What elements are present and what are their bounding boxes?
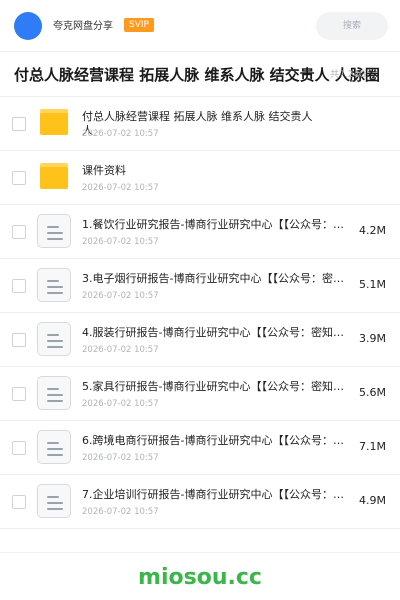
file-row[interactable]: 5.家具行研报告-博商行业研究中心【【公众号：密知库】】.pdf 2026-07-… — [0, 367, 400, 421]
app-header: 夸克网盘分享 SVIP 搜索 — [0, 0, 400, 52]
document-icon — [37, 484, 71, 518]
file-date: 2026-07-02 10:57 — [82, 453, 159, 463]
document-icon — [37, 430, 71, 464]
document-icon — [37, 214, 71, 248]
file-size: 3.9M — [359, 332, 386, 345]
file-date: 2026-07-02 10:57 — [82, 507, 159, 517]
select-checkbox[interactable] — [12, 279, 26, 293]
total-size: 共7.24G — [330, 70, 367, 80]
file-row[interactable]: 4.服装行研报告-博商行业研究中心【【公众号：密知库】】.pdf 2026-07-… — [0, 313, 400, 367]
file-name: 6.跨境电商行研报告-博商行业研究中心【【公众号：密知库】】.pdf — [82, 434, 352, 447]
file-size: 4.2M — [359, 224, 386, 237]
file-size: 5.1M — [359, 278, 386, 291]
file-row[interactable]: 课件资料 2026-07-02 10:57 — [0, 151, 400, 205]
file-name: 4.服装行研报告-博商行业研究中心【【公众号：密知库】】.pdf — [82, 326, 352, 339]
svip-badge: SVIP — [124, 18, 154, 32]
select-checkbox[interactable] — [12, 333, 26, 347]
share-title-bar: 付总人脉经营课程 拓展人脉 维系人脉 结交贵人 人脉圈 共7.24G — [0, 53, 400, 97]
file-name: 5.家具行研报告-博商行业研究中心【【公众号：密知库】】.pdf — [82, 380, 352, 393]
file-date: 2026-07-02 10:57 — [82, 345, 159, 355]
folder-icon — [40, 109, 68, 135]
file-name: 7.企业培训行研报告-博商行业研究中心【【公众号：密知库】】.pdf — [82, 488, 352, 501]
file-date: 2026-07-02 10:57 — [82, 237, 159, 247]
select-checkbox[interactable] — [12, 225, 26, 239]
page-title: 付总人脉经营课程 拓展人脉 维系人脉 结交贵人 人脉圈 — [14, 66, 380, 84]
file-row[interactable]: 付总人脉经营课程 拓展人脉 维系人脉 结交贵人 人 2026-07-02 10:5… — [0, 97, 400, 151]
file-date: 2026-07-02 10:57 — [82, 129, 159, 139]
file-size: 4.9M — [359, 494, 386, 507]
document-icon — [37, 322, 71, 356]
folder-icon — [40, 163, 68, 189]
file-row[interactable]: 7.企业培训行研报告-博商行业研究中心【【公众号：密知库】】.pdf 2026-0… — [0, 475, 400, 529]
file-size: 5.6M — [359, 386, 386, 399]
file-row[interactable]: 1.餐饮行业研究报告-博商行业研究中心【【公众号：密知库】】.pdf 2026-0… — [0, 205, 400, 259]
file-row[interactable]: 3.电子烟行研报告-博商行业研究中心【【公众号：密知库】】.pdf 2026-07… — [0, 259, 400, 313]
select-checkbox[interactable] — [12, 441, 26, 455]
avatar[interactable] — [14, 12, 42, 40]
site-watermark: miosou.cc — [138, 565, 262, 590]
select-checkbox[interactable] — [12, 387, 26, 401]
file-list: 付总人脉经营课程 拓展人脉 维系人脉 结交贵人 人 2026-07-02 10:5… — [0, 97, 400, 529]
select-checkbox[interactable] — [12, 495, 26, 509]
share-username: 夸克网盘分享 — [53, 21, 113, 32]
footer: miosou.cc — [0, 552, 400, 600]
file-name: 课件资料 — [82, 164, 126, 177]
file-date: 2026-07-02 10:57 — [82, 291, 159, 301]
document-icon — [37, 376, 71, 410]
file-size: 7.1M — [359, 440, 386, 453]
file-date: 2026-07-02 10:57 — [82, 183, 159, 193]
search-input[interactable]: 搜索 — [316, 12, 388, 40]
file-name: 3.电子烟行研报告-博商行业研究中心【【公众号：密知库】】.pdf — [82, 272, 352, 285]
file-date: 2026-07-02 10:57 — [82, 399, 159, 409]
file-row[interactable]: 6.跨境电商行研报告-博商行业研究中心【【公众号：密知库】】.pdf 2026-0… — [0, 421, 400, 475]
select-checkbox[interactable] — [12, 171, 26, 185]
select-checkbox[interactable] — [12, 117, 26, 131]
file-name: 1.餐饮行业研究报告-博商行业研究中心【【公众号：密知库】】.pdf — [82, 218, 352, 231]
document-icon — [37, 268, 71, 302]
